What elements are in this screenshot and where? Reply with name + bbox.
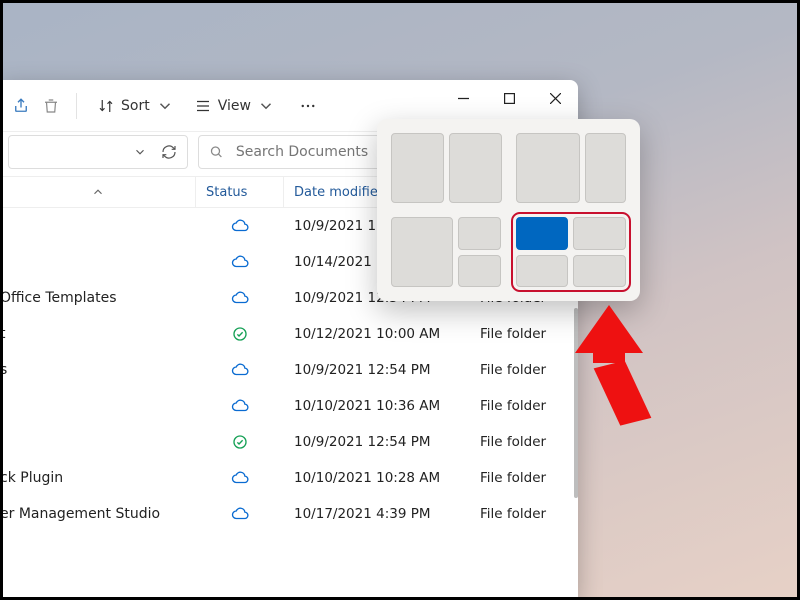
table-row[interactable]: ck Plugin 10/10/2021 10:28 AMFile folder [0,460,578,496]
status-icon [196,397,284,415]
snap-cell-selected[interactable] [516,217,569,250]
status-icon [196,325,284,343]
file-name: t [0,326,196,342]
file-type: File folder [470,326,578,342]
file-name: Office Templates [0,290,196,306]
file-date: 10/17/2021 4:39 PM [284,506,470,522]
file-date: 10/10/2021 10:28 AM [284,470,470,486]
annotation-arrow [575,305,665,435]
file-type: File folder [470,362,578,378]
snap-layout-4[interactable] [516,217,627,287]
more-button[interactable] [293,91,323,121]
status-icon [196,253,284,271]
snap-layout-1[interactable] [391,133,502,203]
titlebar [440,80,578,116]
chevron-down-icon[interactable] [133,145,147,159]
view-label: View [218,98,251,114]
snap-cell[interactable] [391,133,444,203]
status-icon [196,505,284,523]
table-row[interactable]: 10/9/2021 12:54 PMFile folder [0,424,578,460]
maximize-button[interactable] [486,80,532,116]
file-date: 10/9/2021 12:54 PM [284,362,470,378]
table-row[interactable]: t 10/12/2021 10:00 AMFile folder [0,316,578,352]
file-name: er Management Studio [0,506,196,522]
file-date: 10/9/2021 12:54 PM [284,434,470,450]
refresh-icon[interactable] [161,144,177,160]
snap-layout-2[interactable] [516,133,627,203]
file-date: 10/12/2021 10:00 AM [284,326,470,342]
file-name: ck Plugin [0,470,196,486]
sort-label: Sort [121,98,150,114]
search-icon [209,144,224,160]
snap-cell[interactable] [516,255,569,288]
file-date: 10/10/2021 10:36 AM [284,398,470,414]
status-icon [196,469,284,487]
table-row[interactable]: er Management Studio 10/17/2021 4:39 PMFi… [0,496,578,532]
minimize-button[interactable] [440,80,486,116]
snap-cell[interactable] [516,133,581,203]
column-name[interactable] [0,177,196,207]
view-button[interactable]: View [184,91,285,121]
address-bar[interactable] [8,135,188,169]
snap-cell[interactable] [585,133,626,203]
delete-icon[interactable] [36,91,66,121]
snap-layouts-flyout [377,119,640,301]
status-icon [196,289,284,307]
file-type: File folder [470,434,578,450]
snap-cell[interactable] [573,217,626,250]
toolbar-divider [76,93,77,119]
snap-cell[interactable] [573,255,626,288]
share-icon[interactable] [6,91,36,121]
sort-button[interactable]: Sort [87,91,184,121]
status-icon [196,433,284,451]
snap-layout-3[interactable] [391,217,502,287]
status-icon [196,361,284,379]
snap-cell[interactable] [391,217,453,287]
chevron-down-icon [156,97,174,115]
snap-cell[interactable] [458,217,502,250]
close-button[interactable] [532,80,578,116]
status-icon [196,217,284,235]
file-type: File folder [470,398,578,414]
file-type: File folder [470,470,578,486]
table-row[interactable]: 10/10/2021 10:36 AMFile folder [0,388,578,424]
table-row[interactable]: s 10/9/2021 12:54 PMFile folder [0,352,578,388]
chevron-down-icon [257,97,275,115]
snap-cell[interactable] [449,133,502,203]
file-name: s [0,362,196,378]
snap-cell[interactable] [458,255,502,288]
file-type: File folder [470,506,578,522]
chevron-up-icon [91,185,105,199]
column-status[interactable]: Status [196,177,284,207]
